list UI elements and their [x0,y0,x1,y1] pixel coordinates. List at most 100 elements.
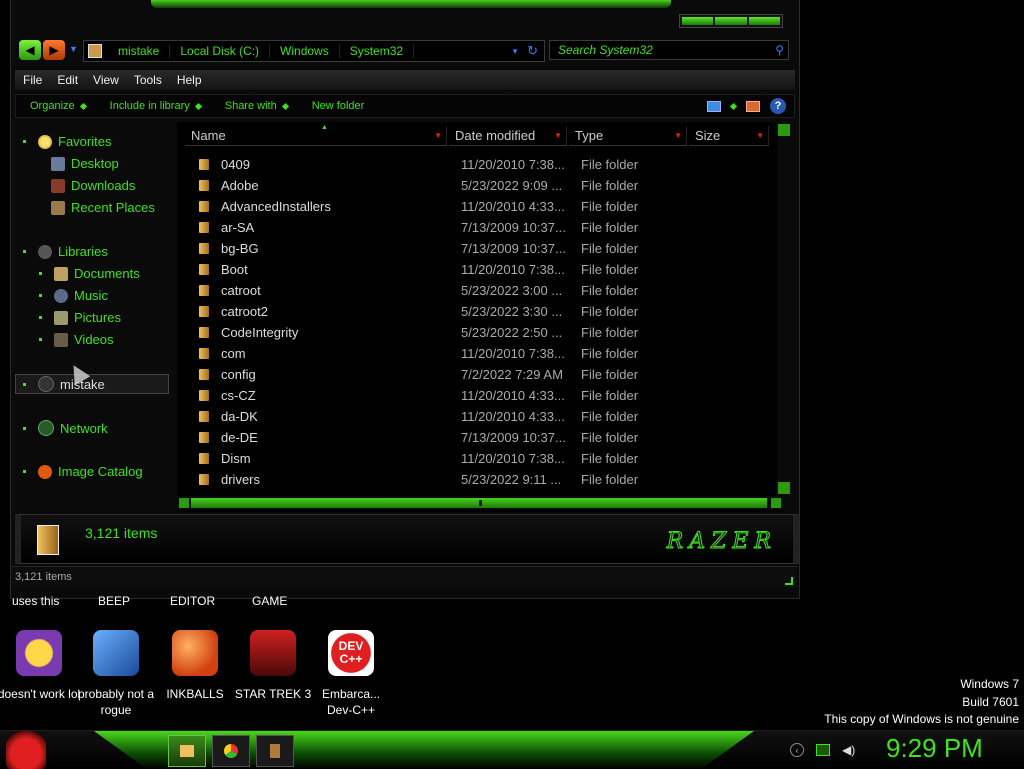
expand-icon[interactable] [23,140,26,143]
action-center-icon[interactable] [816,744,830,756]
table-row[interactable]: AdvancedInstallers 11/20/2010 4:33... File… [177,196,777,217]
table-row[interactable]: cs-CZ 11/20/2010 4:33... File folder [177,385,777,406]
preview-pane-icon[interactable] [746,100,760,112]
taskbar-explorer-button[interactable] [168,735,206,767]
desktop-icon-rogue[interactable]: probably not a rogue [74,630,158,718]
nav-image-catalog[interactable]: Image Catalog [23,464,143,479]
desktop-icon-inkballs[interactable]: INKBALLS [153,630,237,702]
menu-help[interactable]: Help [169,73,209,87]
nav-documents[interactable]: Documents [39,266,140,281]
column-name[interactable]: Name ▼ [185,126,447,146]
column-filter-icon[interactable]: ▼ [756,131,764,140]
volume-icon[interactable]: ◀) [842,743,855,757]
search-icon[interactable]: ⚲ [775,43,784,57]
nav-pictures[interactable]: Pictures [39,310,121,325]
scroll-up-button[interactable] [778,124,790,136]
menu-file[interactable]: File [15,73,49,87]
show-hidden-icons-icon[interactable]: ‹ [790,743,804,757]
breadcrumb-3[interactable]: System32 [340,44,415,58]
nav-libraries[interactable]: Libraries [23,244,108,259]
expand-icon[interactable] [23,382,26,386]
table-row[interactable]: ar-SA 7/13/2009 10:37... File folder [177,217,777,238]
start-button[interactable] [6,731,46,769]
desktop-label-top-2[interactable]: EDITOR [170,594,215,608]
table-row[interactable]: CodeIntegrity 5/23/2022 2:50 ... File fold… [177,322,777,343]
resize-grip-icon[interactable] [785,577,793,585]
taskbar-app-button[interactable] [256,735,294,767]
back-button[interactable]: ◀ [19,40,41,60]
expand-icon[interactable] [39,294,42,297]
nav-videos[interactable]: Videos [39,332,114,347]
vertical-scrollbar[interactable] [777,122,791,494]
scroll-down-button[interactable] [778,482,790,494]
nav-desktop[interactable]: Desktop [51,156,119,171]
scroll-left-button[interactable] [179,498,189,508]
menu-view[interactable]: View [85,73,126,87]
desktop-icon-yahoo[interactable]: doesn't work lol [0,630,81,702]
nav-network[interactable]: Network [23,420,108,436]
column-filter-icon[interactable]: ▼ [554,131,562,140]
include-in-library-button[interactable]: Include in library [96,100,211,112]
horizontal-scrollbar[interactable] [177,496,785,510]
nav-computer[interactable]: mistake [23,376,105,392]
change-view-icon[interactable] [707,100,721,112]
expand-icon[interactable] [23,250,26,253]
expand-icon[interactable] [23,470,26,473]
table-row[interactable]: de-DE 7/13/2009 10:37... File folder [177,427,777,448]
expand-icon[interactable] [39,338,42,341]
table-row[interactable]: da-DK 11/20/2010 4:33... File folder [177,406,777,427]
table-row[interactable]: config 7/2/2022 7:29 AM File folder [177,364,777,385]
nav-recent-places[interactable]: Recent Places [51,200,155,215]
desktop-icon-devcpp[interactable]: DEV C++ Embarca... Dev-C++ [309,630,393,718]
forward-button[interactable]: ▶ [43,40,65,60]
file-date-modified: 5/23/2022 3:30 ... [461,304,563,319]
new-folder-button[interactable]: New folder [298,100,375,112]
column-filter-icon[interactable]: ▼ [434,131,442,140]
table-row[interactable]: com 11/20/2010 7:38... File folder [177,343,777,364]
table-row[interactable]: drivers 5/23/2022 9:11 ... File folder [177,469,777,490]
minimize-button[interactable] [682,17,714,25]
organize-button[interactable]: Organize [16,100,96,112]
close-button[interactable] [748,17,780,25]
desktop-label-top-0[interactable]: uses this [12,594,59,608]
table-row[interactable]: bg-BG 7/13/2009 10:37... File folder [177,238,777,259]
table-row[interactable]: 0409 11/20/2010 7:38... File folder [177,154,777,175]
maximize-button[interactable] [715,17,747,25]
column-filter-icon[interactable]: ▼ [674,131,682,140]
table-row[interactable]: catroot2 5/23/2022 3:30 ... File folder [177,301,777,322]
chevron-down-icon[interactable]: ▼ [511,47,519,56]
column-date-label: Date modified [455,128,536,143]
column-type[interactable]: Type ▼ [569,126,687,146]
view-options-icon[interactable] [729,102,738,110]
scroll-right-button[interactable] [771,498,781,508]
expand-icon[interactable] [39,272,42,275]
breadcrumb-1[interactable]: Local Disk (C:) [170,44,271,58]
column-size[interactable]: Size ▼ [689,126,769,146]
nav-downloads[interactable]: Downloads [51,178,135,193]
breadcrumb-0[interactable]: mistake [108,44,171,58]
help-icon[interactable]: ? [770,98,786,114]
nav-favorites[interactable]: Favorites [23,134,111,149]
share-with-button[interactable]: Share with [211,100,298,112]
menu-edit[interactable]: Edit [49,73,85,87]
refresh-icon[interactable]: ↻ [527,43,538,59]
menu-tools[interactable]: Tools [126,73,169,87]
table-row[interactable]: Boot 11/20/2010 7:38... File folder [177,259,777,280]
table-row[interactable]: catroot 5/23/2022 3:00 ... File folder [177,280,777,301]
desktop-icon-star-trek[interactable]: STAR TREK 3 [231,630,315,702]
table-row[interactable]: Dism 11/20/2010 7:38... File folder [177,448,777,469]
address-bar[interactable]: mistake Local Disk (C:) Windows System32… [83,40,545,62]
search-input[interactable]: Search System32 ⚲ [549,40,789,60]
expand-icon[interactable] [39,316,42,319]
window-controls[interactable] [679,14,783,28]
recent-pages-dropdown[interactable]: ▼ [69,44,78,54]
expand-icon[interactable] [23,426,26,430]
taskbar-clock[interactable]: 9:29 PM [886,733,983,764]
desktop-label-top-1[interactable]: BEEP [98,594,130,608]
desktop-label-top-3[interactable]: GAME [252,594,287,608]
column-date-modified[interactable]: Date modified ▼ [449,126,567,146]
taskbar-chrome-button[interactable] [212,735,250,767]
nav-music[interactable]: Music [39,288,108,303]
breadcrumb-2[interactable]: Windows [270,44,340,58]
table-row[interactable]: Adobe 5/23/2022 9:09 ... File folder [177,175,777,196]
